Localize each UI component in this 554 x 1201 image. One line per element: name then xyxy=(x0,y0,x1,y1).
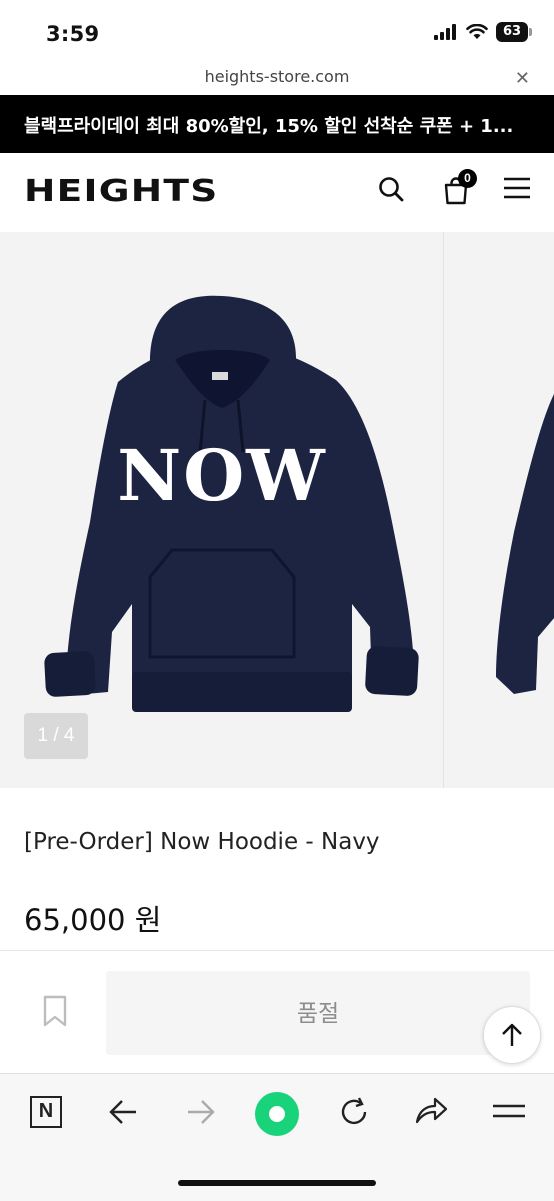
status-bar: 3:59 63 xyxy=(0,0,554,62)
bookmark-icon[interactable] xyxy=(42,995,68,1027)
reload-icon[interactable] xyxy=(338,1096,370,1128)
divider xyxy=(0,950,554,951)
product-title: [Pre-Order] Now Hoodie - Navy xyxy=(24,829,380,855)
status-icons: 63 xyxy=(434,22,532,42)
scroll-top-button[interactable] xyxy=(483,1006,541,1064)
promo-text[interactable]: 블랙프라이데이 최대 80%할인, 15% 할인 선착순 쿠폰 + 1... xyxy=(24,112,513,138)
green-circle-icon[interactable] xyxy=(254,1091,300,1137)
product-image[interactable]: NOW xyxy=(0,232,443,788)
hoodie-graphic-text: NOW xyxy=(117,434,327,517)
site-logo[interactable]: HEIGHTS xyxy=(24,174,218,209)
status-time: 3:59 xyxy=(46,22,100,46)
menu-lines-icon[interactable] xyxy=(492,1104,526,1118)
search-icon[interactable] xyxy=(377,175,405,203)
menu-icon[interactable] xyxy=(503,177,531,199)
promo-banner[interactable]: 블랙프라이데이 최대 80%할인, 15% 할인 선착순 쿠폰 + 1... xyxy=(0,95,554,153)
site-header: HEIGHTS 0 xyxy=(0,153,554,231)
close-icon[interactable]: ✕ xyxy=(515,68,530,89)
gallery-counter: 1 / 4 xyxy=(24,713,88,759)
url-text[interactable]: heights-store.com xyxy=(0,67,554,86)
wifi-icon xyxy=(466,24,488,39)
home-indicator xyxy=(178,1180,376,1186)
cart-button[interactable]: 0 xyxy=(442,169,480,207)
share-icon[interactable] xyxy=(414,1096,448,1126)
url-bar[interactable]: heights-store.com ✕ xyxy=(0,62,554,94)
soldout-button[interactable]: 품절 xyxy=(106,971,530,1055)
cart-count-badge: 0 xyxy=(458,169,477,188)
forward-arrow-icon[interactable] xyxy=(186,1098,216,1126)
battery-icon: 63 xyxy=(496,22,532,42)
arrow-up-icon xyxy=(502,1023,522,1046)
back-arrow-icon[interactable] xyxy=(108,1098,138,1126)
signal-icon xyxy=(434,24,456,40)
naver-icon[interactable]: N xyxy=(30,1096,62,1128)
next-slide-hoodie xyxy=(496,394,554,694)
next-product-image[interactable] xyxy=(443,232,554,788)
product-price: 65,000 원 xyxy=(24,903,162,937)
battery-level: 63 xyxy=(496,22,528,42)
product-gallery[interactable]: NOW 1 / 4 xyxy=(0,232,554,788)
